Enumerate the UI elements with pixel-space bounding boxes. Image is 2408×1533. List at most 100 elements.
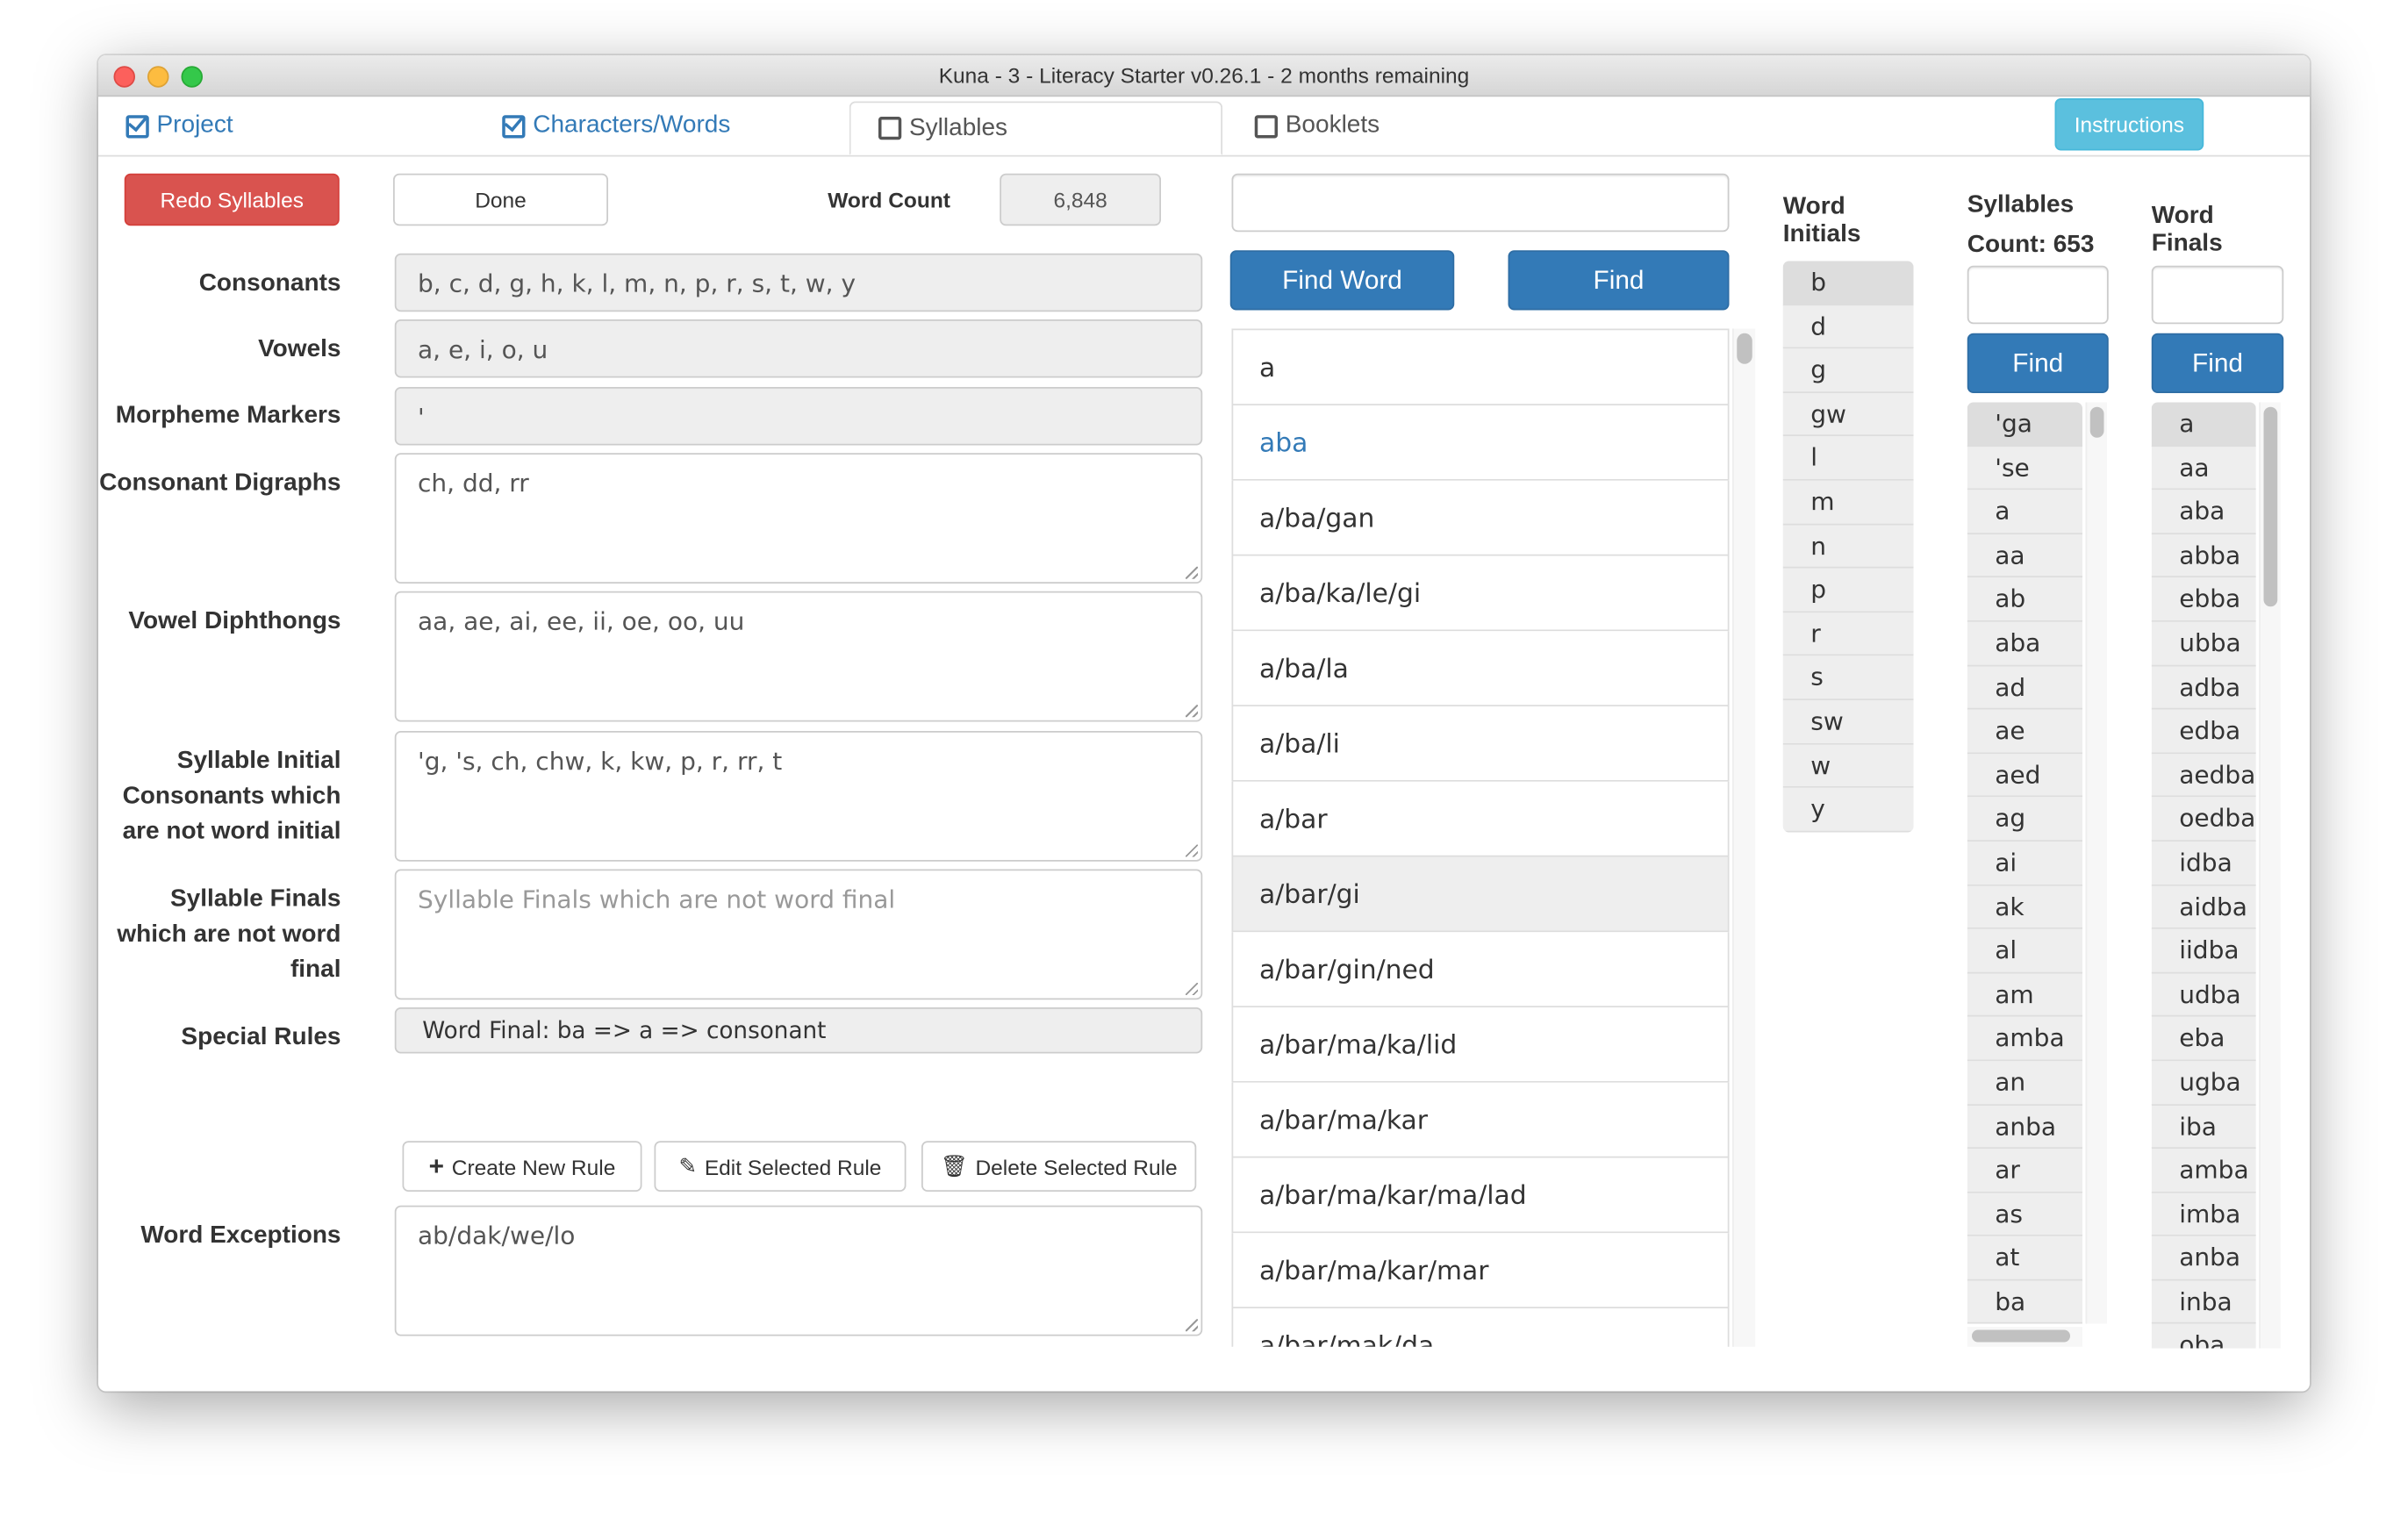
- word-final-item[interactable]: amba: [2151, 1149, 2256, 1193]
- resize-handle[interactable]: [1186, 566, 1198, 579]
- syllable-item[interactable]: a: [1967, 490, 2082, 534]
- resize-handle[interactable]: [1186, 1319, 1198, 1332]
- syllable-item[interactable]: ai: [1967, 841, 2082, 885]
- scrollbar-thumb[interactable]: [1737, 333, 1752, 364]
- syllable-item[interactable]: am: [1967, 973, 2082, 1018]
- resize-handle[interactable]: [1186, 705, 1198, 718]
- syllable-item[interactable]: aa: [1967, 534, 2082, 578]
- word-final-item[interactable]: ubba: [2151, 621, 2256, 666]
- syllable-item[interactable]: al: [1967, 928, 2082, 974]
- word-final-item[interactable]: ugba: [2151, 1061, 2256, 1106]
- morpheme-markers-field[interactable]: ': [394, 387, 1203, 446]
- edit-rule-button[interactable]: ✎ Edit Selected Rule: [654, 1141, 907, 1192]
- vowel-diphthongs-field[interactable]: aa, ae, ai, ee, ii, oe, oo, uu: [394, 591, 1203, 722]
- word-final-item[interactable]: anba: [2151, 1236, 2256, 1281]
- word-initial-item[interactable]: b: [1782, 261, 1914, 305]
- syllable-item[interactable]: at: [1967, 1236, 2082, 1281]
- word-list-item[interactable]: a: [1231, 328, 1730, 405]
- word-list-item[interactable]: a/ba/la: [1231, 631, 1730, 706]
- tab-syllables[interactable]: Syllables: [849, 101, 1222, 155]
- word-final-item[interactable]: eba: [2151, 1017, 2256, 1062]
- syllables-scrollbar[interactable]: [2085, 402, 2107, 1324]
- word-final-item[interactable]: iba: [2151, 1105, 2256, 1150]
- word-initial-item[interactable]: d: [1782, 304, 1914, 349]
- syllable-item[interactable]: ag: [1967, 797, 2082, 842]
- word-final-item[interactable]: aba: [2151, 490, 2256, 534]
- syllable-item[interactable]: 'ga: [1967, 402, 2082, 447]
- syllable-item[interactable]: amba: [1967, 1017, 2082, 1062]
- syllable-item[interactable]: ae: [1967, 709, 2082, 754]
- word-exceptions-field[interactable]: ab/dak/we/lo: [394, 1205, 1203, 1336]
- resize-handle[interactable]: [1186, 983, 1198, 995]
- word-initial-item[interactable]: g: [1782, 348, 1914, 393]
- redo-syllables-button[interactable]: Redo Syllables: [124, 173, 340, 226]
- word-list-item[interactable]: a/bar/ma/kar/ma/lad: [1231, 1157, 1730, 1234]
- word-final-item[interactable]: adba: [2151, 665, 2256, 710]
- create-rule-button[interactable]: + Create New Rule: [402, 1141, 642, 1192]
- word-final-item[interactable]: inba: [2151, 1280, 2256, 1325]
- word-initial-item[interactable]: m: [1782, 480, 1914, 525]
- word-initial-item[interactable]: gw: [1782, 392, 1914, 437]
- syllable-item[interactable]: ak: [1967, 885, 2082, 929]
- syllable-item[interactable]: ba: [1967, 1280, 2082, 1324]
- syllable-item[interactable]: as: [1967, 1193, 2082, 1237]
- syllable-item[interactable]: ab: [1967, 577, 2082, 622]
- word-final-item[interactable]: imba: [2151, 1193, 2256, 1237]
- word-list-item[interactable]: a/bar/ma/kar/mar: [1231, 1233, 1730, 1308]
- word-initial-item[interactable]: l: [1782, 436, 1914, 481]
- done-button[interactable]: Done: [393, 173, 608, 226]
- word-list-item[interactable]: a/bar/gi: [1231, 856, 1730, 933]
- word-initial-item[interactable]: n: [1782, 524, 1914, 569]
- special-rule-item[interactable]: Word Final: ba => a => consonant: [394, 1007, 1203, 1054]
- word-final-item[interactable]: ebba: [2151, 577, 2256, 622]
- word-list-item[interactable]: a/bar/mak/da: [1231, 1308, 1730, 1347]
- word-list-item[interactable]: a/ba/gan: [1231, 480, 1730, 556]
- word-initial-item[interactable]: p: [1782, 568, 1914, 612]
- syllables-hscrollbar[interactable]: [1967, 1327, 2082, 1347]
- scrollbar-thumb[interactable]: [1972, 1329, 2070, 1343]
- word-final-item[interactable]: aa: [2151, 446, 2256, 491]
- vowels-field[interactable]: a, e, i, o, u: [394, 319, 1203, 378]
- word-search-input[interactable]: [1231, 173, 1730, 233]
- find-button[interactable]: Find: [1508, 250, 1730, 311]
- word-initial-item[interactable]: y: [1782, 787, 1914, 833]
- word-list-scrollbar[interactable]: [1732, 328, 1756, 1347]
- word-list-item[interactable]: a/bar/ma/ka/lid: [1231, 1007, 1730, 1083]
- consonants-field[interactable]: b, c, d, g, h, k, l, m, n, p, r, s, t, w…: [394, 253, 1203, 312]
- word-list-item[interactable]: a/ba/ka/le/gi: [1231, 555, 1730, 632]
- syllable-item[interactable]: ad: [1967, 665, 2082, 710]
- word-final-item[interactable]: iidba: [2151, 928, 2256, 974]
- word-initial-item[interactable]: s: [1782, 655, 1914, 700]
- delete-rule-button[interactable]: 🗑 Delete Selected Rule: [921, 1141, 1197, 1192]
- word-list-item[interactable]: a/bar/ma/kar: [1231, 1082, 1730, 1158]
- word-initial-item[interactable]: sw: [1782, 699, 1914, 744]
- syllable-item[interactable]: anba: [1967, 1105, 2082, 1150]
- syllable-item[interactable]: aba: [1967, 621, 2082, 666]
- tab-project[interactable]: Project: [125, 97, 233, 155]
- word-initial-item[interactable]: r: [1782, 612, 1914, 656]
- tab-booklets[interactable]: Booklets: [1254, 97, 1380, 155]
- resize-handle[interactable]: [1186, 844, 1198, 857]
- tab-characters-words[interactable]: Characters/Words: [502, 97, 730, 155]
- word-final-item[interactable]: a: [2151, 402, 2256, 447]
- instructions-button[interactable]: Instructions: [2054, 98, 2204, 151]
- word-finals-search-input[interactable]: [2151, 265, 2284, 325]
- find-word-button[interactable]: Find Word: [1229, 250, 1455, 311]
- syllable-item[interactable]: an: [1967, 1061, 2082, 1106]
- word-final-item[interactable]: oedba: [2151, 797, 2256, 842]
- scrollbar-thumb[interactable]: [2089, 406, 2104, 438]
- word-list-item[interactable]: a/bar/gin/ned: [1231, 932, 1730, 1007]
- word-initial-item[interactable]: w: [1782, 743, 1914, 788]
- syllable-search-input[interactable]: [1967, 265, 2109, 325]
- syllable-find-button[interactable]: Find: [1967, 333, 2109, 393]
- word-final-item[interactable]: abba: [2151, 534, 2256, 578]
- word-list-item[interactable]: aba: [1231, 405, 1730, 481]
- word-final-item[interactable]: idba: [2151, 841, 2256, 885]
- word-final-item[interactable]: oba: [2151, 1324, 2256, 1349]
- syllable-item[interactable]: 'se: [1967, 446, 2082, 491]
- word-list-item[interactable]: a/ba/li: [1231, 706, 1730, 782]
- syllable-finals-field[interactable]: Syllable Finals which are not word final: [394, 869, 1203, 1000]
- word-list-item[interactable]: a/bar: [1231, 781, 1730, 857]
- syllable-item[interactable]: aed: [1967, 753, 2082, 798]
- syllable-item[interactable]: ar: [1967, 1149, 2082, 1193]
